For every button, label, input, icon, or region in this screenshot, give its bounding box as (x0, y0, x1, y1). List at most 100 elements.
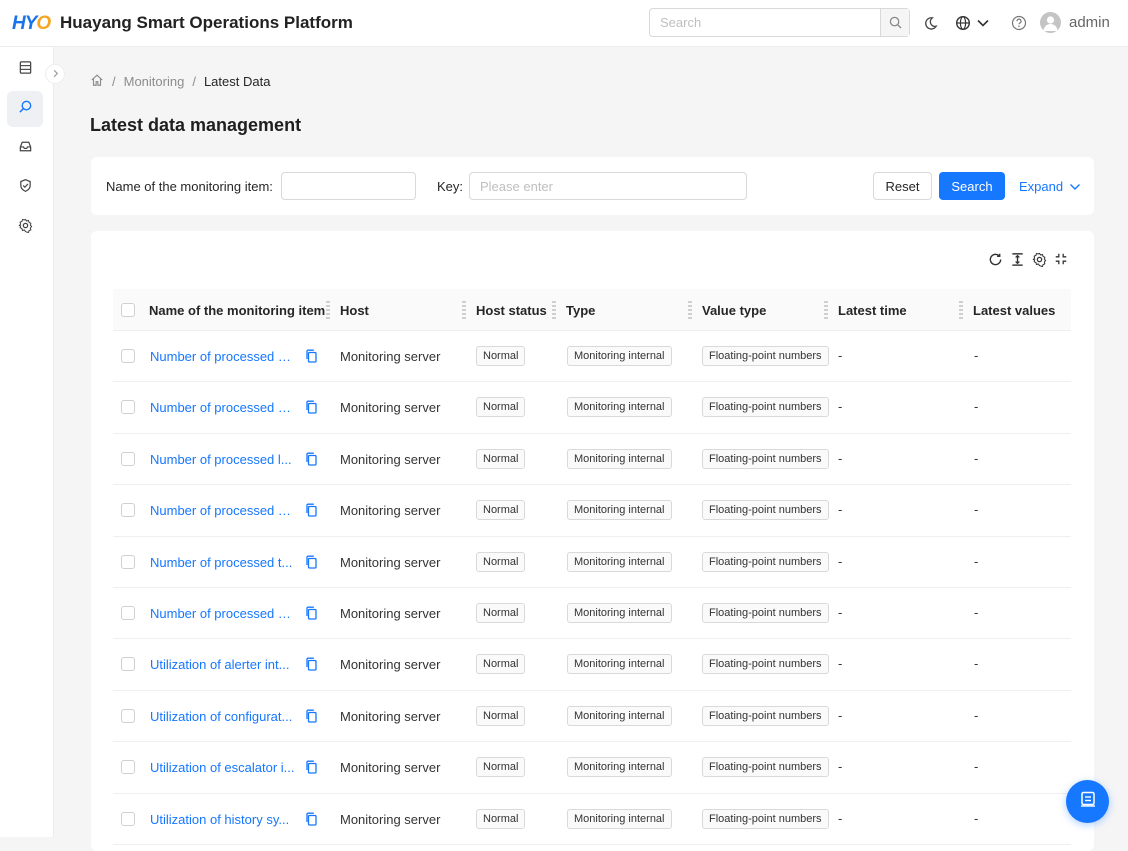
sidebar-collapse-button[interactable] (45, 64, 65, 84)
column-header-host-status[interactable]: Host status (476, 303, 547, 318)
host-status-tag: Normal (476, 602, 526, 623)
monitoring-item-name-link[interactable]: Number of processed n... (150, 503, 295, 518)
help-icon[interactable] (1010, 14, 1028, 32)
sidebar-item-inbox[interactable] (7, 131, 43, 167)
row-checkbox[interactable] (121, 760, 135, 775)
reset-button[interactable]: Reset (873, 172, 932, 200)
column-header-latest-values[interactable]: Latest values (973, 303, 1055, 318)
sidebar-item-security[interactable] (7, 170, 43, 206)
username: admin (1069, 14, 1110, 31)
table-body: Number of processed n... Monitoring serv… (113, 331, 1071, 845)
row-checkbox[interactable] (121, 451, 135, 466)
page-title: Latest data management (90, 115, 302, 135)
latest-value-cell: - (974, 759, 979, 775)
host-cell: Monitoring server (340, 554, 441, 570)
copy-icon[interactable] (305, 555, 319, 569)
row-checkbox[interactable] (121, 657, 135, 672)
monitoring-item-name-link[interactable]: Number of processed n... (150, 606, 295, 621)
host-status-tag: Normal (476, 808, 526, 829)
chevron-right-icon (51, 65, 60, 83)
column-header-type[interactable]: Type (566, 303, 595, 318)
chevron-down-icon[interactable] (974, 14, 992, 32)
breadcrumb-separator: / (112, 74, 116, 89)
value-type-tag: Floating-point numbers (702, 448, 829, 469)
copy-icon[interactable] (305, 452, 319, 466)
global-search-input[interactable] (650, 9, 880, 36)
column-resize-handle[interactable] (959, 301, 963, 319)
breadcrumb-monitoring[interactable]: Monitoring (124, 74, 185, 89)
monitoring-item-name-link[interactable]: Number of processed t... (150, 555, 295, 570)
column-resize-handle[interactable] (824, 301, 828, 319)
copy-icon[interactable] (305, 349, 319, 363)
host-status-tag: Normal (476, 500, 526, 521)
row-checkbox[interactable] (121, 349, 135, 363)
app-title: Huayang Smart Operations Platform (60, 13, 353, 32)
refresh-icon[interactable] (987, 251, 1003, 267)
breadcrumb: / Monitoring / Latest Data (90, 73, 270, 90)
copy-icon[interactable] (305, 503, 319, 517)
column-resize-handle[interactable] (552, 301, 556, 319)
column-resize-handle[interactable] (688, 301, 692, 319)
row-checkbox[interactable] (121, 554, 135, 569)
search-icon[interactable] (880, 9, 909, 36)
monitoring-item-name-link[interactable]: Number of processed c... (150, 400, 295, 415)
name-filter-input[interactable] (281, 172, 416, 200)
value-type-tag: Floating-point numbers (702, 602, 829, 623)
row-checkbox[interactable] (121, 400, 135, 415)
search-button[interactable]: Search (939, 172, 1005, 200)
row-checkbox[interactable] (121, 605, 135, 620)
sidebar-item-data[interactable] (7, 52, 43, 88)
assistant-float-button[interactable] (1066, 780, 1109, 823)
monitoring-item-name-link[interactable]: Number of processed l... (150, 452, 295, 467)
table-toolbar (987, 251, 1069, 267)
moon-icon[interactable] (921, 14, 939, 32)
copy-icon[interactable] (305, 812, 319, 826)
column-resize-handle[interactable] (326, 301, 330, 319)
key-filter-input[interactable] (469, 172, 747, 200)
table-card: Name of the monitoring item Host Host st… (91, 231, 1094, 851)
sidebar-item-monitoring[interactable] (7, 91, 43, 127)
monitoring-item-name-link[interactable]: Utilization of alerter int... (150, 657, 295, 672)
monitoring-item-name-link[interactable]: Utilization of configurat... (150, 709, 295, 724)
monitoring-item-name-link[interactable]: Number of processed n... (150, 349, 295, 364)
column-header-value-type[interactable]: Value type (702, 303, 766, 318)
row-checkbox[interactable] (121, 503, 135, 518)
copy-icon[interactable] (305, 606, 319, 620)
expand-button[interactable]: Expand (1019, 179, 1081, 194)
sidebar-item-settings[interactable] (7, 210, 43, 246)
monitor-search-icon (18, 99, 33, 119)
copy-icon[interactable] (305, 709, 319, 723)
monitoring-item-name-link[interactable]: Utilization of escalator i... (150, 760, 295, 775)
copy-icon[interactable] (305, 400, 319, 415)
host-status-tag: Normal (476, 551, 526, 572)
user-menu[interactable]: admin (1040, 12, 1110, 33)
value-type-tag: Floating-point numbers (702, 346, 829, 366)
column-resize-handle[interactable] (462, 301, 466, 319)
latest-time-cell: - (838, 707, 843, 723)
table-row: Number of processed l... Monitoring serv… (113, 434, 1071, 486)
copy-icon[interactable] (305, 760, 319, 774)
type-tag: Monitoring internal (567, 500, 672, 521)
globe-icon[interactable] (954, 14, 972, 32)
type-tag: Monitoring internal (567, 705, 672, 726)
gear-icon[interactable] (1031, 251, 1047, 267)
monitoring-item-name-link[interactable]: Utilization of history sy... (150, 812, 295, 827)
value-type-tag: Floating-point numbers (702, 551, 829, 572)
global-search (649, 8, 910, 37)
column-header-host[interactable]: Host (340, 303, 369, 318)
column-header-latest-time[interactable]: Latest time (838, 303, 907, 318)
table-row: Number of processed n... Monitoring serv… (113, 331, 1071, 383)
column-height-icon[interactable] (1009, 251, 1025, 267)
table-header: Name of the monitoring item Host Host st… (113, 289, 1071, 331)
column-header-name[interactable]: Name of the monitoring item (149, 303, 325, 318)
name-filter-label: Name of the monitoring item: (106, 179, 273, 194)
select-all-checkbox[interactable] (121, 303, 135, 317)
type-tag: Monitoring internal (567, 448, 672, 469)
fullscreen-icon[interactable] (1053, 251, 1069, 267)
copy-icon[interactable] (305, 657, 319, 671)
home-icon[interactable] (90, 73, 104, 90)
filter-panel: Name of the monitoring item: Key: Reset … (91, 157, 1094, 215)
row-checkbox[interactable] (121, 811, 135, 826)
logo[interactable]: HYO (12, 13, 51, 35)
row-checkbox[interactable] (121, 708, 135, 723)
